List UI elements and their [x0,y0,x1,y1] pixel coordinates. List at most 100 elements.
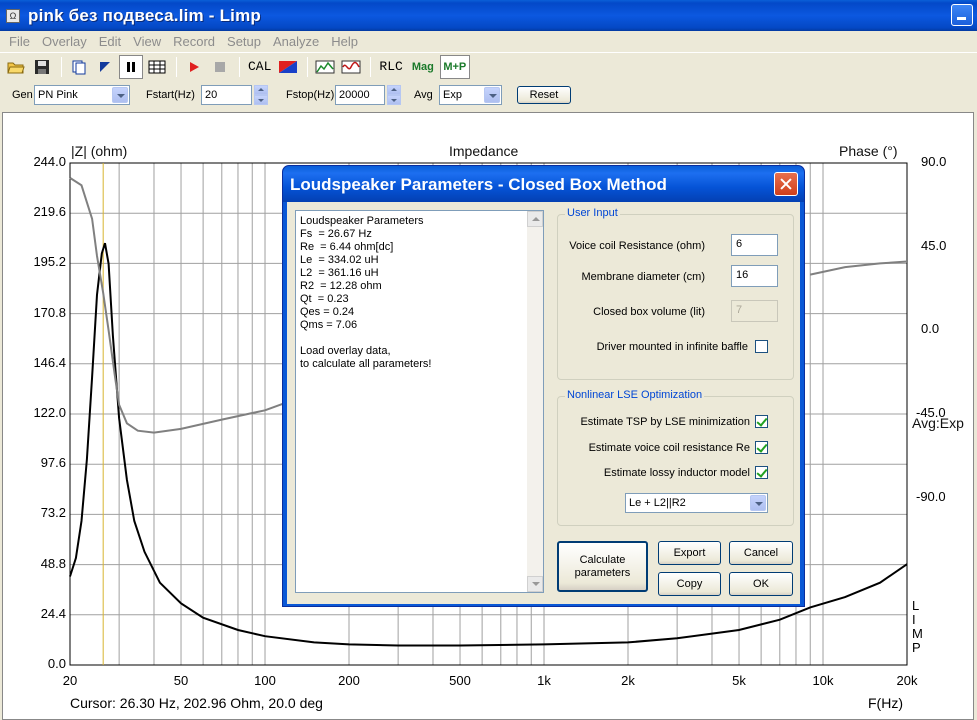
voice-coil-input[interactable]: 6 [731,234,778,256]
chevron-down-icon[interactable] [112,87,128,103]
title-bar: Ω pink без подвеса.lim - Limp [0,0,977,31]
x-tick-label: 10k [812,673,834,688]
color-scheme-icon[interactable] [276,55,300,79]
play-record-icon[interactable] [182,55,206,79]
minimize-button[interactable] [951,4,973,26]
fstart-spinner[interactable] [254,85,268,105]
phase-tick-label: 0.0 [921,321,940,337]
export-button[interactable]: Export [658,541,721,565]
loudspeaker-parameters-dialog: Loudspeaker Parameters - Closed Box Meth… [282,165,805,607]
menu-view[interactable]: View [127,34,167,49]
membrane-input[interactable]: 16 [731,265,778,287]
toolbar-separator [176,56,177,77]
close-icon[interactable] [774,172,798,196]
user-input-label: User Input [565,207,620,219]
menu-edit[interactable]: Edit [93,34,127,49]
toolbar-separator [370,56,372,77]
chevron-down-icon[interactable] [750,495,766,511]
fstop-label: Fstop(Hz) [286,89,335,101]
avg-status: Avg:Exp [912,415,964,431]
menu-help[interactable]: Help [325,34,364,49]
membrane-label: Membrane diameter (cm) [581,271,705,283]
x-tick-label: 20 [62,673,78,688]
spin-up-icon[interactable] [387,85,401,95]
waveform-icon[interactable] [339,55,363,79]
copy-page-icon[interactable] [67,55,91,79]
y-tick-label: 24.4 [40,605,66,621]
fstart-input[interactable]: 20 [201,85,268,105]
x-tick-label: 500 [449,673,471,688]
cursor-status: Cursor: 26.30 Hz, 202.96 Ohm, 20.0 deg [70,695,323,711]
reset-button[interactable]: Reset [517,86,571,104]
fstop-input[interactable]: 20000 [335,85,401,105]
fstop-spinner[interactable] [387,85,401,105]
cal-button[interactable]: CAL [245,55,274,79]
limp-letter: P [912,640,921,655]
model-select[interactable]: Le + L2||R2 [625,493,768,513]
menu-file[interactable]: File [3,34,36,49]
mag-button[interactable]: Mag [408,55,438,79]
toolbar-separator [307,56,309,77]
box-volume-input[interactable]: 7 [731,300,778,322]
app-icon: Ω [6,8,20,23]
y-tick-label: 195.2 [33,254,66,270]
avg-value: Exp [443,89,462,101]
limp-letter: I [912,612,916,627]
x-axis-label: F(Hz) [868,695,903,711]
y-tick-label: 73.2 [40,505,66,521]
lossy-checkbox[interactable] [755,466,768,479]
pause-icon[interactable] [119,54,143,79]
parameters-text: Loudspeaker Parameters Fs = 26.67 Hz Re … [300,215,432,370]
x-tick-label: 2k [621,673,635,688]
dialog-title: Loudspeaker Parameters - Closed Box Meth… [283,166,804,202]
infinite-baffle-label: Driver mounted in infinite baffle [596,341,748,353]
infinite-baffle-checkbox[interactable] [755,340,768,353]
menu-record[interactable]: Record [167,34,221,49]
y-tick-label: 244.0 [33,154,66,169]
menu-overlay[interactable]: Overlay [36,34,93,49]
fstop-value: 20000 [339,89,370,101]
avg-select[interactable]: Exp [439,85,502,105]
table-grid-icon[interactable] [145,55,169,79]
chevron-down-icon[interactable] [484,87,500,103]
phase-tick-label: 90.0 [921,154,947,169]
save-disk-icon[interactable] [30,55,54,79]
cursor-arrow-icon[interactable] [93,55,117,79]
tsp-checkbox[interactable] [755,415,768,428]
gen-label: Gen [12,89,33,101]
menu-setup[interactable]: Setup [221,34,267,49]
cancel-button[interactable]: Cancel [729,541,793,565]
gen-select[interactable]: PN Pink [34,85,130,105]
re-checkbox[interactable] [755,441,768,454]
scroll-up-icon[interactable] [527,211,543,227]
toolbar-separator [61,56,62,77]
avg-label: Avg [414,89,433,101]
limp-letter: L [912,598,920,613]
gen-value: PN Pink [38,89,78,101]
calculate-button[interactable]: Calculate parameters [557,541,648,592]
spin-down-icon[interactable] [254,95,268,105]
open-folder-icon[interactable] [4,55,28,79]
scroll-down-icon[interactable] [527,576,543,592]
spin-down-icon[interactable] [387,95,401,105]
menu-bar: File Overlay Edit View Record Setup Anal… [0,31,977,51]
ok-button[interactable]: OK [729,572,793,596]
parameters-output[interactable]: Loudspeaker Parameters Fs = 26.67 Hz Re … [295,210,544,593]
limp-window: Ω pink без подвеса.lim - Limp File Overl… [0,0,977,720]
lse-group: Nonlinear LSE Optimization Estimate TSP … [557,389,794,526]
stop-icon[interactable] [208,55,232,79]
window-title: pink без подвеса.lim - Limp [28,5,261,25]
lse-label: Nonlinear LSE Optimization [565,389,705,401]
y-tick-label: 146.4 [33,354,66,370]
mp-button[interactable]: M+P [439,54,470,79]
fstart-label: Fstart(Hz) [146,89,195,101]
rlc-button[interactable]: RLC [376,55,405,79]
vertical-scrollbar[interactable] [527,211,543,592]
copy-button[interactable]: Copy [658,572,721,596]
spin-up-icon[interactable] [254,85,268,95]
y-tick-label: 48.8 [40,555,66,571]
spectrum-icon[interactable] [313,55,337,79]
menu-analyze[interactable]: Analyze [267,34,325,49]
lossy-label: Estimate lossy inductor model [603,467,750,479]
re-label: Estimate voice coil resistance Re [588,442,750,454]
